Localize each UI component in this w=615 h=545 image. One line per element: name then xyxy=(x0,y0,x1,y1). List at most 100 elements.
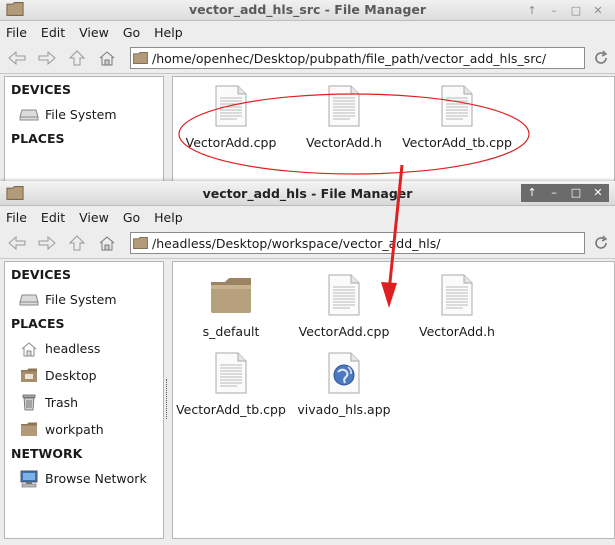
minimize-button[interactable]: – xyxy=(543,184,565,202)
back-arrow-button[interactable] xyxy=(6,47,28,69)
back-arrow-icon xyxy=(8,51,26,65)
text-file-icon xyxy=(437,85,477,127)
forward-arrow-button[interactable] xyxy=(36,47,58,69)
sidebar-item-label: File System xyxy=(45,292,117,307)
sidebar-item-label: Trash xyxy=(45,395,79,410)
sidebar-item-file-system[interactable]: File System xyxy=(5,286,163,313)
text-file-icon xyxy=(211,85,251,127)
menu-edit[interactable]: Edit xyxy=(41,210,65,225)
menu-view[interactable]: View xyxy=(79,210,109,225)
maximize-button[interactable]: □ xyxy=(565,184,587,202)
devices-header: DEVICES xyxy=(11,82,71,97)
back-arrow-button[interactable] xyxy=(6,232,28,254)
up-arrow-icon xyxy=(69,50,85,66)
back-arrow-icon xyxy=(8,236,26,250)
sidebar-item-label: workpath xyxy=(45,422,104,437)
front-file-manager-window: vector_add_hls - File Manager ↑ – □ ✕ Fi… xyxy=(0,181,615,545)
sidebar-item-headless[interactable]: headless xyxy=(5,335,163,362)
window-up-button[interactable]: ↑ xyxy=(521,184,543,202)
folder-icon xyxy=(209,274,253,316)
menu-help[interactable]: Help xyxy=(154,210,183,225)
file-name: VectorAdd.h xyxy=(419,324,495,339)
reload-icon[interactable] xyxy=(593,50,609,66)
folder-icon xyxy=(19,421,39,439)
menu-file[interactable]: File xyxy=(6,210,27,225)
file-name: VectorAdd_tb.cpp xyxy=(176,402,286,417)
window-up-button[interactable]: ↑ xyxy=(521,3,543,19)
menu-file[interactable]: File xyxy=(6,25,27,40)
file-item[interactable]: VectorAdd.cpp xyxy=(176,85,286,150)
text-file-icon xyxy=(211,352,251,394)
home-icon xyxy=(19,340,39,358)
reload-icon[interactable] xyxy=(593,235,609,251)
app-globe-icon xyxy=(328,352,360,394)
front-menubar: File Edit View Go Help xyxy=(0,206,615,228)
close-button[interactable]: ✕ xyxy=(587,3,609,19)
menu-view[interactable]: View xyxy=(79,25,109,40)
forward-arrow-icon xyxy=(38,236,56,250)
folder-icon xyxy=(133,237,148,249)
network-header: NETWORK xyxy=(11,446,83,461)
pane-divider[interactable] xyxy=(164,259,172,539)
sidebar-item-label: File System xyxy=(45,107,117,122)
file-item[interactable]: s_default xyxy=(176,274,286,339)
trash-icon xyxy=(19,394,39,412)
sidebar-item-desktop[interactable]: Desktop xyxy=(5,362,163,389)
sidebar-item-browse-network[interactable]: Browse Network xyxy=(5,465,163,492)
location-path: /home/openhec/Desktop/pubpath/file_path/… xyxy=(152,50,547,66)
file-name: VectorAdd.cpp xyxy=(298,324,390,339)
text-file-icon xyxy=(437,274,477,316)
file-name: VectorAdd.cpp xyxy=(185,135,277,150)
places-header: PLACES xyxy=(11,316,65,331)
front-file-pane: s_default VectorAdd.cpp VectorAdd.h Vect… xyxy=(172,261,615,539)
menu-edit[interactable]: Edit xyxy=(41,25,65,40)
file-item[interactable]: VectorAdd_tb.cpp xyxy=(401,85,513,150)
home-icon xyxy=(99,51,115,66)
forward-arrow-button[interactable] xyxy=(36,232,58,254)
back-sidebar: DEVICES File System PLACES xyxy=(4,76,164,182)
file-item[interactable]: VectorAdd.h xyxy=(289,85,399,150)
file-name: s_default xyxy=(202,324,260,339)
back-menubar: File Edit View Go Help xyxy=(0,21,615,43)
close-button[interactable]: ✕ xyxy=(587,184,609,202)
up-arrow-button[interactable] xyxy=(66,47,88,69)
sidebar-item-trash[interactable]: Trash xyxy=(5,389,163,416)
desktop-folder-icon xyxy=(19,367,39,385)
maximize-button[interactable]: □ xyxy=(565,3,587,19)
location-bar[interactable]: /headless/Desktop/workspace/vector_add_h… xyxy=(130,232,585,254)
back-titlebar[interactable]: vector_add_hls_src - File Manager ↑ – □ … xyxy=(0,0,615,21)
back-file-manager-window: vector_add_hls_src - File Manager ↑ – □ … xyxy=(0,0,615,185)
front-titlebar[interactable]: vector_add_hls - File Manager ↑ – □ ✕ xyxy=(0,181,615,206)
sidebar-item-workpath[interactable]: workpath xyxy=(5,416,163,443)
menu-help[interactable]: Help xyxy=(154,25,183,40)
folder-icon xyxy=(133,52,148,64)
up-arrow-button[interactable] xyxy=(66,232,88,254)
text-file-icon xyxy=(324,274,364,316)
drive-icon xyxy=(19,106,39,124)
file-item[interactable]: VectorAdd_tb.cpp xyxy=(176,352,286,417)
places-header: PLACES xyxy=(11,131,65,146)
minimize-button[interactable]: – xyxy=(543,3,565,19)
front-toolbar: /headless/Desktop/workspace/vector_add_h… xyxy=(0,228,615,259)
sidebar-item-label: Desktop xyxy=(45,368,97,383)
home-button[interactable] xyxy=(96,47,118,69)
front-sidebar: DEVICES File System PLACES headless Desk… xyxy=(4,261,164,539)
menu-go[interactable]: Go xyxy=(123,25,140,40)
file-item[interactable]: VectorAdd.h xyxy=(402,274,512,339)
file-item[interactable]: VectorAdd.cpp xyxy=(289,274,399,339)
home-icon xyxy=(99,236,115,251)
location-bar[interactable]: /home/openhec/Desktop/pubpath/file_path/… xyxy=(130,47,585,69)
network-icon xyxy=(19,470,39,488)
up-arrow-icon xyxy=(69,235,85,251)
sidebar-item-label: Browse Network xyxy=(45,471,147,486)
menu-go[interactable]: Go xyxy=(123,210,140,225)
drive-icon xyxy=(19,291,39,309)
file-item[interactable]: vivado_hls.app xyxy=(289,352,399,417)
home-button[interactable] xyxy=(96,232,118,254)
file-name: vivado_hls.app xyxy=(297,402,391,417)
file-name: VectorAdd_tb.cpp xyxy=(402,135,512,150)
sidebar-item-file-system[interactable]: File System xyxy=(5,101,163,128)
file-name: VectorAdd.h xyxy=(306,135,382,150)
back-file-pane: VectorAdd.cpp VectorAdd.h VectorAdd_tb.c… xyxy=(172,76,615,182)
sidebar-item-label: headless xyxy=(45,341,101,356)
